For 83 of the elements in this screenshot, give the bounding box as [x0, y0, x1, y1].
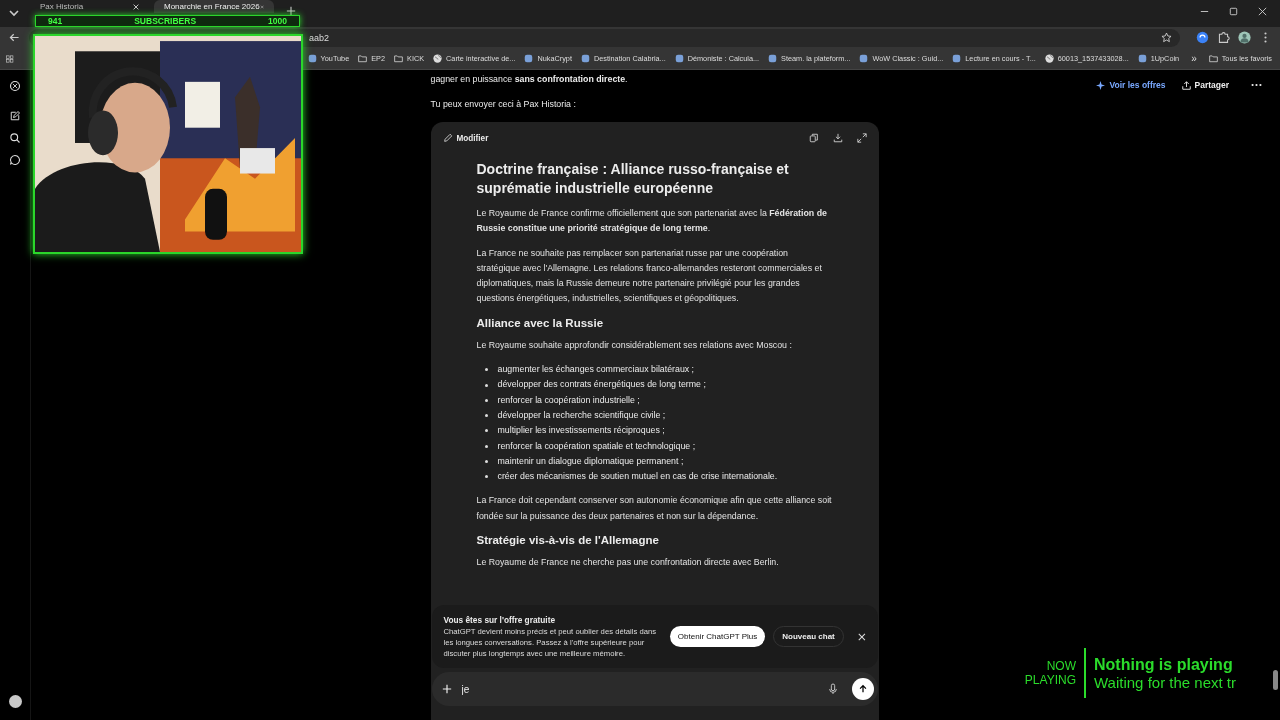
close-icon[interactable]	[132, 3, 140, 11]
site-icon	[952, 54, 962, 63]
logo-icon[interactable]	[9, 80, 21, 92]
folder-icon	[358, 54, 368, 63]
now-playing-label: NOW PLAYING	[1023, 659, 1076, 687]
site-icon	[674, 54, 684, 63]
browser-tab[interactable]: Monarchie en France 2026	[154, 0, 274, 13]
offers-link[interactable]: Voir les offres	[1096, 80, 1166, 90]
site-icon	[768, 54, 778, 63]
bullet-icon	[484, 383, 488, 387]
download-icon[interactable]	[832, 133, 843, 143]
list-item: augmenter les échanges commerciaux bilatéraux ;	[497, 363, 695, 377]
bullet-icon	[484, 475, 488, 479]
subscriber-label: SUBSCRIBERS	[134, 16, 197, 26]
bullet-icon	[484, 444, 488, 448]
folder-icon	[1208, 54, 1218, 63]
list-item: multiplier les investissements réciproques ;	[497, 424, 665, 438]
site-icon	[1137, 54, 1147, 63]
edit-icon[interactable]	[9, 110, 21, 122]
more-icon[interactable]	[1251, 83, 1262, 87]
star-icon[interactable]	[1161, 32, 1172, 43]
list-item: développer des contrats énergétiques de long terme ;	[497, 378, 706, 392]
message-field[interactable]: je	[431, 672, 878, 706]
site-icon	[307, 54, 317, 63]
list-item: développer la recherche scientifique civile ;	[497, 408, 666, 422]
arrow-up-icon	[857, 684, 868, 694]
site-icon	[524, 54, 534, 63]
chat-icon[interactable]	[9, 154, 21, 166]
upgrade-button[interactable]: Obtenir ChatGPT Plus	[669, 626, 766, 647]
list-item: maintenir un dialogue diplomatique permanent ;	[497, 454, 684, 468]
extension-icon[interactable]	[1196, 31, 1209, 44]
pencil-icon	[442, 133, 453, 143]
share-button[interactable]: Partager	[1181, 80, 1229, 90]
copy-icon[interactable]	[808, 133, 819, 143]
globe-icon	[1044, 54, 1054, 63]
avatar-icon[interactable]	[1238, 31, 1251, 44]
avatar[interactable]	[8, 695, 22, 708]
close-icon[interactable]	[1257, 6, 1268, 17]
list-item: renforcer la coopération industrielle ;	[497, 393, 640, 407]
puzzle-icon[interactable]	[1217, 31, 1230, 44]
share-icon	[1181, 80, 1191, 90]
send-button[interactable]	[851, 678, 874, 700]
track-subtitle: Waiting for the next tr	[1094, 673, 1237, 691]
maximize-icon[interactable]	[1228, 6, 1239, 17]
expand-icon[interactable]	[856, 133, 867, 143]
more-bookmarks-button[interactable]: »	[1191, 53, 1197, 64]
document-title: Doctrine française : Alliance russo-française et suprématie industrielle européenne	[476, 160, 790, 198]
list-item: créer des mécanismes de soutien mutuel en cas de crise internationale.	[497, 470, 778, 484]
paragraph: Le Royaume de France ne cherche pas une confrontation directe avec Berlin.	[476, 556, 780, 570]
paragraph: Le Royaume de France confirme officiellement que son partenariat avec la Fédération de Russie constitue une priorité stratégique de long terme.	[476, 207, 828, 236]
scrollbar[interactable]	[1273, 670, 1278, 690]
paragraph: La France doit cependant conserver son autonomie économique afin que cette alliance soit fondée sur la puissance des deux partenaires et non sur la dépendance.	[476, 494, 833, 523]
section-heading: Alliance avec la Russie	[476, 316, 605, 329]
search-icon[interactable]	[9, 132, 21, 144]
site-icon	[580, 54, 590, 63]
subscriber-goal: 1000	[268, 16, 287, 26]
paragraph: La France ne souhaite pas remplacer son partenariat russe par une coopération stratégique avec l'Allemagne. Les relations franco-allemandes resteront commerciales et diplomatiques, mais la Russie demeure notre partenaire privilégié pour les grandes questions énergétiques, industrielles, scientifiques et géopolitiques.	[476, 246, 823, 306]
bullet-icon	[484, 414, 488, 418]
sparkle-icon	[1096, 80, 1106, 90]
edit-button[interactable]: Modifier	[442, 133, 489, 143]
back-arrow-icon[interactable]	[8, 31, 21, 44]
list-item: renforcer la coopération spatiale et technologique ;	[497, 439, 696, 453]
banner-title: Vous êtes sur l'offre gratuite	[443, 613, 557, 626]
new-chat-button[interactable]: Nouveau chat	[773, 626, 844, 647]
message-text: Tu peux envoyer ceci à Pax Historia :	[430, 98, 577, 111]
folder-icon	[394, 54, 404, 63]
bullet-icon	[484, 368, 488, 372]
close-icon[interactable]	[857, 632, 866, 641]
globe-icon	[433, 54, 443, 63]
bullet-icon	[484, 398, 488, 402]
subscriber-count: 941	[48, 16, 63, 26]
browser-tab[interactable]: Pax Historia	[30, 0, 150, 13]
bullet-icon	[484, 429, 488, 433]
microphone-icon[interactable]	[827, 683, 838, 695]
section-heading: Stratégie vis-à-vis de l'Allemagne	[476, 534, 660, 547]
plus-icon[interactable]	[286, 6, 296, 16]
message-text: gagner en puissance sans confrontation directe.	[430, 73, 629, 86]
site-icon	[859, 54, 869, 63]
text-input[interactable]: je	[459, 682, 820, 696]
paragraph: Le Royaume souhaite approfondir considérablement ses relations avec Moscou :	[476, 338, 793, 352]
bullet-icon	[484, 460, 488, 463]
apps-grid-icon[interactable]	[6, 53, 14, 64]
track-title: Nothing is playing	[1094, 655, 1234, 674]
